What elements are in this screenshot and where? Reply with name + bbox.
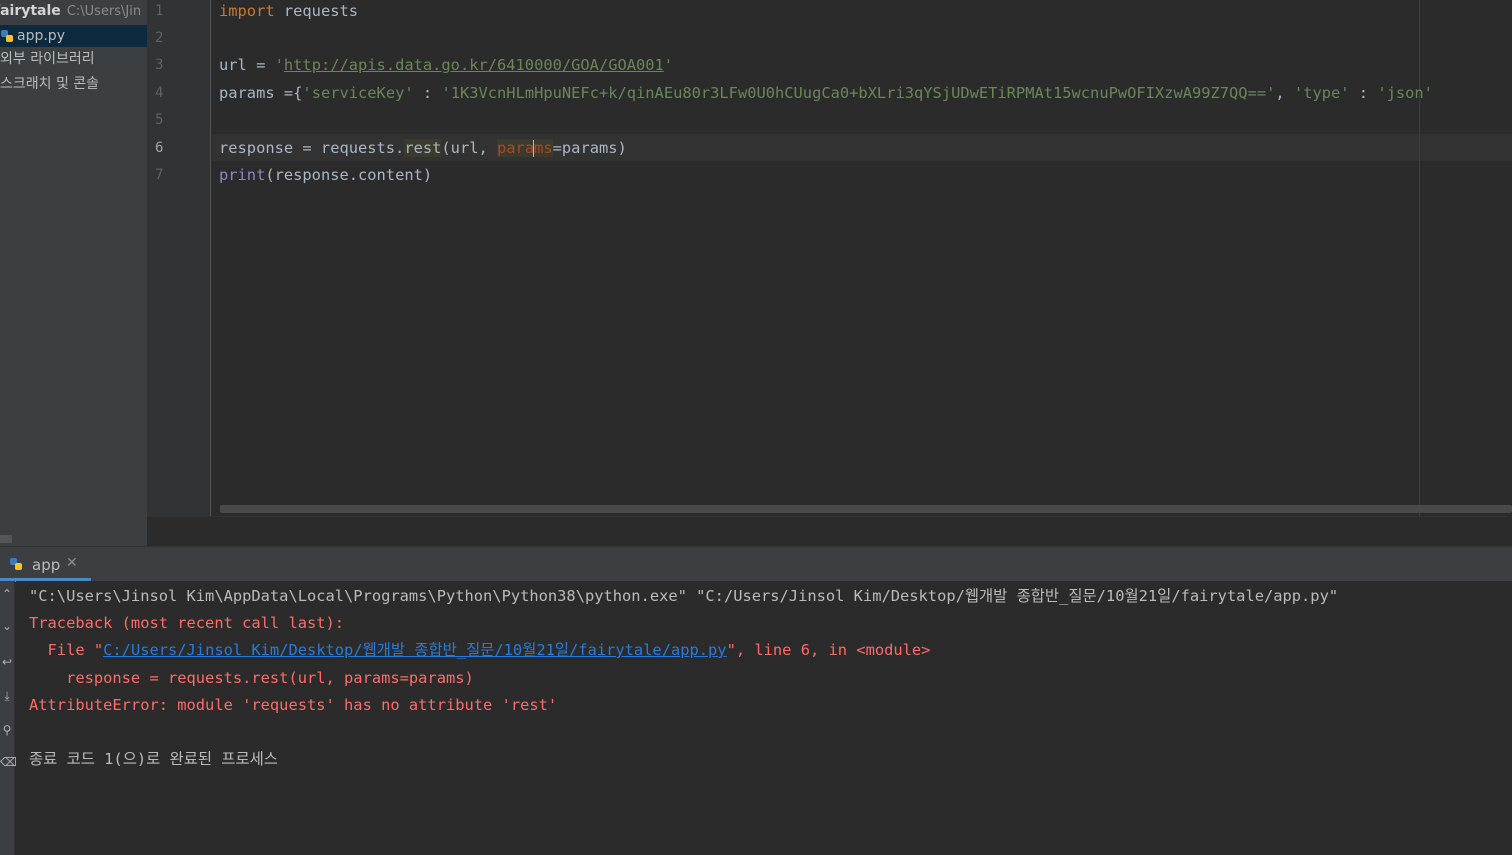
- file-suffix: ", line 6, in <module>: [726, 641, 931, 659]
- call-args: (url,: [441, 139, 498, 157]
- file-app-py-label: app.py: [17, 28, 65, 44]
- console-code-line: response = requests.rest(url, params=par…: [29, 669, 474, 687]
- import-module: requests: [274, 2, 359, 20]
- file-app-py[interactable]: app.py: [0, 25, 147, 47]
- scroll-up-icon[interactable]: ⌃: [0, 587, 14, 601]
- console-error: AttributeError: module 'requests' has no…: [29, 696, 558, 714]
- project-panel: fairytale C:\Users\Jin app.py 외부 라이브러리 스크…: [0, 0, 147, 546]
- param-name-part1: para: [497, 139, 535, 157]
- project-root-name: fairytale: [0, 3, 61, 19]
- close-tab-icon[interactable]: ✕: [66, 555, 78, 571]
- code-line-1: import requests: [219, 1, 358, 21]
- console-command-line: "C:\Users\Jinsol Kim\AppData\Local\Progr…: [29, 587, 1339, 605]
- key-type: 'type': [1293, 84, 1350, 102]
- run-tab-label: app: [32, 556, 61, 574]
- colon: :: [413, 84, 442, 102]
- url-quote-open: ': [274, 56, 284, 74]
- clear-all-icon[interactable]: ⌫: [0, 755, 17, 769]
- keyword-import: import: [219, 2, 275, 20]
- comma: ,: [1275, 84, 1294, 102]
- colon: :: [1349, 84, 1378, 102]
- service-key-value: '1K3VcnHLmHpuNEFc+k/qinAEu80r3LFw0U0hCUu…: [441, 84, 1276, 102]
- console-file-line: File "C:/Users/Jinsol Kim/Desktop/웹개발 종합…: [29, 640, 931, 660]
- file-path-link[interactable]: C:/Users/Jinsol Kim/Desktop/웹개발 종합반_질문/1…: [103, 641, 726, 659]
- url-quote-close: ': [663, 56, 674, 74]
- console-exit-status: 종료 코드 1(으)로 완료된 프로세스: [29, 750, 278, 768]
- print-args: (response.content): [265, 166, 433, 184]
- code-line-3: url = 'http://apis.data.go.kr/6410000/GO…: [219, 55, 673, 75]
- param-value: =params): [552, 139, 627, 157]
- file-prefix: File ": [29, 641, 104, 659]
- scratches-label: 스크래치 및 콘솔: [0, 76, 100, 92]
- params-assign: params =: [219, 84, 294, 102]
- scratches-and-consoles[interactable]: 스크래치 및 콘솔: [0, 73, 147, 95]
- param-name-part2: ms: [534, 139, 553, 157]
- line-number: 1: [155, 3, 164, 19]
- run-toolbar: ⌃ ⌄ ↩ ⤓ ⚲ ⌫: [0, 581, 17, 855]
- scroll-to-end-icon[interactable]: ⤓: [0, 689, 14, 703]
- type-value: 'json': [1377, 84, 1433, 102]
- line-number-gutter: 1 2 3 4 5 6 7: [147, 0, 211, 516]
- method-rest: rest: [404, 139, 442, 157]
- external-libraries[interactable]: 외부 라이브러리: [0, 48, 147, 70]
- line-number-current: 6: [155, 140, 164, 156]
- url-assign: url =: [219, 56, 275, 74]
- project-root-path: C:\Users\Jin: [66, 4, 142, 19]
- line-number: 2: [155, 30, 164, 46]
- key-service-key: 'serviceKey': [302, 84, 414, 102]
- pin-icon[interactable]: ⚲: [0, 723, 14, 737]
- code-editor[interactable]: import requests url = 'http://apis.data.…: [212, 0, 1512, 516]
- code-line-6: response = requests.rest(url, params=par…: [219, 138, 627, 158]
- code-line-7: print(response.content): [219, 165, 432, 185]
- url-string[interactable]: http://apis.data.go.kr/6410000/GOA/GOA00…: [284, 56, 664, 74]
- python-run-icon: [10, 558, 22, 570]
- line-number: 4: [155, 85, 164, 101]
- response-assign: response = requests.: [219, 139, 405, 157]
- external-libraries-label: 외부 라이브러리: [0, 51, 95, 67]
- line-number: 3: [155, 57, 164, 73]
- scroll-down-icon[interactable]: ⌄: [0, 619, 14, 633]
- builtin-print: print: [219, 166, 266, 184]
- console-traceback: Traceback (most recent call last):: [29, 614, 345, 632]
- line-number: 5: [155, 112, 164, 128]
- run-tab-app[interactable]: app ✕: [0, 547, 91, 582]
- sidebar-scrollbar[interactable]: [0, 535, 12, 543]
- project-root[interactable]: fairytale C:\Users\Jin: [0, 1, 141, 22]
- editor-bottom-area: [147, 516, 1512, 546]
- python-file-icon: [1, 30, 13, 42]
- code-line-4: params ={'serviceKey' : '1K3VcnHLmHpuNEF…: [219, 83, 1433, 103]
- right-margin-guide: [1419, 0, 1420, 516]
- run-console[interactable]: "C:\Users\Jinsol Kim\AppData\Local\Progr…: [16, 581, 1512, 855]
- run-panel-header: app ✕: [0, 546, 1512, 582]
- editor-horizontal-scrollbar[interactable]: [220, 505, 1512, 513]
- soft-wrap-icon[interactable]: ↩: [0, 655, 14, 669]
- line-number: 7: [155, 167, 164, 183]
